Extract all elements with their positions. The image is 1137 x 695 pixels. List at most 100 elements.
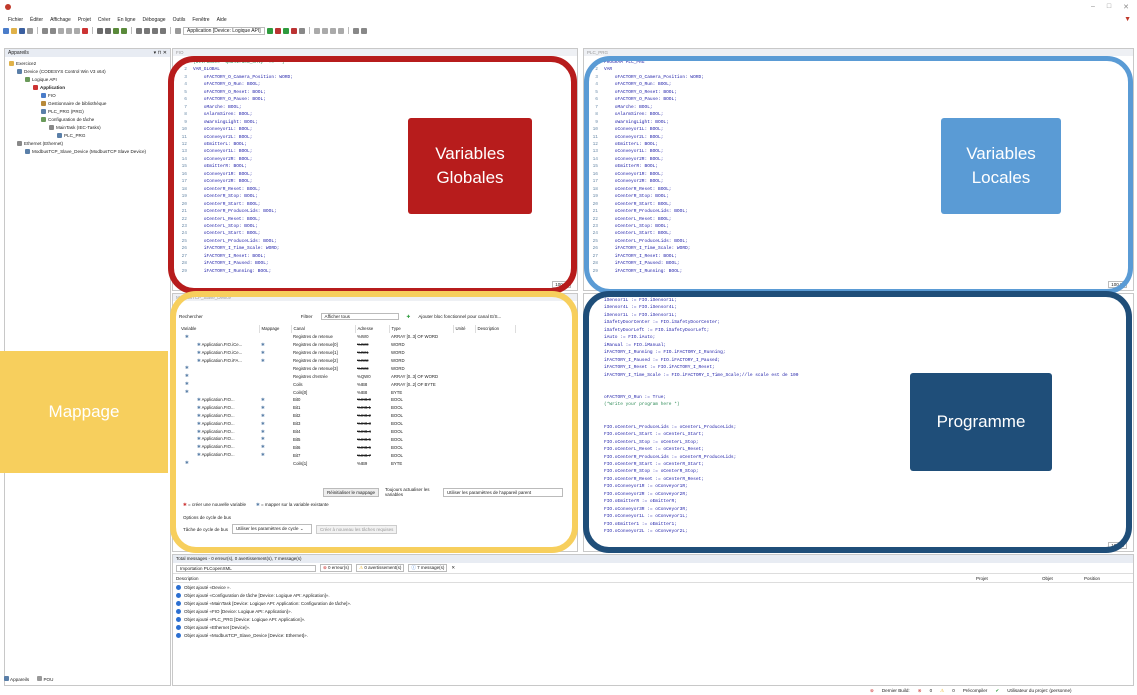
info-icon <box>176 616 181 622</box>
tab-pou[interactable]: POU <box>37 676 53 682</box>
tree-item[interactable]: Ethernet (Ethernet) <box>5 139 170 147</box>
last-build-label: Dernier Build: <box>881 688 910 693</box>
locals-label: Variables Locales <box>941 118 1061 214</box>
device-tree: Exercice2 Device (CODESYS Control Win V3 … <box>5 57 170 155</box>
globals-label: Variables Globales <box>408 118 532 214</box>
force-values-icon[interactable] <box>360 27 367 34</box>
clear-messages-icon[interactable]: ✕ <box>451 565 455 571</box>
tree-item-label: MainTask (IEC-Tasks) <box>56 124 101 130</box>
replace-icon[interactable] <box>105 27 111 34</box>
message-row[interactable]: Objet ajouté «Device ». <box>173 583 1133 591</box>
toolbar: Application [Device: Logique API] <box>3 25 1137 36</box>
redo-icon[interactable] <box>50 27 56 34</box>
error-icon: ⊗ <box>323 565 327 570</box>
warnings-toggle[interactable]: ⚠ 0 avertissement(s) <box>356 564 405 572</box>
minimize-icon[interactable]: – <box>1091 3 1095 11</box>
active-application-combo[interactable]: Application [Device: Logique API] <box>183 26 265 35</box>
message-text: Objet ajouté «Device ». <box>184 584 231 590</box>
breakpoint-icon[interactable] <box>337 27 344 34</box>
tree-item[interactable]: PLC_PRG <box>5 131 170 139</box>
infos-toggle[interactable]: ⓘ 7 message(s) <box>408 564 448 572</box>
new-icon[interactable] <box>3 27 9 34</box>
generate-icon[interactable] <box>160 27 166 34</box>
info-icon <box>176 592 181 598</box>
plc-prg-tab[interactable]: PLC_PRG <box>584 49 1133 56</box>
tree-item-label: FIO <box>48 92 56 98</box>
program-label: Programme <box>910 373 1052 471</box>
tree-item[interactable]: Gestionnaire de bibliothèque <box>5 99 170 107</box>
tree-item[interactable]: FIO <box>5 91 170 99</box>
rebuild-icon[interactable] <box>144 27 150 34</box>
print-icon[interactable] <box>27 27 33 34</box>
errors-toggle[interactable]: ⊗ 0 erreur(s) <box>320 564 353 572</box>
message-row[interactable]: Objet ajouté «Ethernet [Device]». <box>173 623 1133 631</box>
info-icon <box>176 608 181 614</box>
open-icon[interactable] <box>11 27 17 34</box>
save-icon[interactable] <box>19 27 25 34</box>
col-msg-object[interactable]: Objet <box>1042 576 1084 581</box>
tree-item[interactable]: Device (CODESYS Control Win V3 x64) <box>5 67 170 75</box>
step-over-icon[interactable] <box>313 27 320 34</box>
messages-filter-row: Importation PLCopenXML ⊗ 0 erreur(s) ⚠ 0… <box>173 563 1133 574</box>
copy-icon[interactable] <box>66 27 72 34</box>
device-icon[interactable] <box>175 27 181 34</box>
message-row[interactable]: Objet ajouté «ModbusTCP_Slave_Device [De… <box>173 632 1133 640</box>
clean-icon[interactable] <box>152 27 158 34</box>
message-text: Objet ajouté «ModbusTCP_Slave_Device [De… <box>184 633 308 639</box>
tree-item-label: PLC_PRG <box>64 132 86 138</box>
tree-node-icon <box>25 76 30 82</box>
tree-item-label: Exercice2 <box>16 60 37 66</box>
tree-item[interactable]: MainTask (IEC-Tasks) <box>5 123 170 131</box>
tree-item[interactable]: Logique API <box>5 75 170 83</box>
write-values-icon[interactable] <box>352 27 359 34</box>
build-icon[interactable] <box>136 27 142 34</box>
tree-item[interactable]: PLC_PRG (PRG) <box>5 107 170 115</box>
logout-icon[interactable] <box>274 27 281 34</box>
message-row[interactable]: Objet ajouté «Configuration de tâche [De… <box>173 591 1133 599</box>
tree-item[interactable]: Exercice2 <box>5 59 170 67</box>
stop-icon[interactable] <box>290 27 297 34</box>
close-icon[interactable]: ✕ <box>1123 3 1129 11</box>
precompile-label: Précompiler <box>962 688 988 693</box>
find-icon[interactable] <box>97 27 103 34</box>
maximize-icon[interactable]: □ <box>1107 3 1111 11</box>
tree-node-icon <box>41 100 46 106</box>
tree-item[interactable]: ModbusTCP_Slave_Device (ModbusTCP Slave … <box>5 147 170 155</box>
col-msg-project[interactable]: Projet <box>976 576 1042 581</box>
login-icon[interactable] <box>266 27 273 34</box>
tree-item-label: Device (CODESYS Control Win V3 x64) <box>24 68 106 74</box>
tree-node-icon <box>49 124 54 130</box>
cut-icon[interactable] <box>58 27 64 34</box>
warning-icon: ⚠ <box>359 565 364 570</box>
paste-icon[interactable] <box>74 27 80 34</box>
message-text: Objet ajouté «FIO [Device: Logique API: … <box>184 608 292 614</box>
col-msg-description[interactable]: Description <box>173 576 976 581</box>
info-icon <box>176 633 181 639</box>
undo-icon[interactable] <box>42 27 48 34</box>
devices-tab-icon <box>4 676 9 681</box>
tree-item-label: PLC_PRG (PRG) <box>48 108 84 114</box>
bookmark-icon[interactable] <box>113 27 119 34</box>
message-source-select[interactable]: Importation PLCopenXML <box>176 564 316 572</box>
tree-item[interactable]: Configuration de tâche <box>5 115 170 123</box>
message-row[interactable]: Objet ajouté «MainTask [Device: Logique … <box>173 599 1133 607</box>
run-icon[interactable] <box>282 27 289 34</box>
bookmark-next-icon[interactable] <box>121 27 127 34</box>
pane-pin-icon[interactable]: ▾ ⊓ ✕ <box>154 50 167 56</box>
filter-flag-icon[interactable]: ▼ <box>1124 16 1131 23</box>
mapping-label: Mappage <box>0 351 168 473</box>
message-row[interactable]: Objet ajouté «PLC_PRG [Device: Logique A… <box>173 615 1133 623</box>
delete-icon[interactable] <box>82 27 88 34</box>
info-icon: ⓘ <box>411 565 416 570</box>
tree-item-label: Logique API <box>32 76 57 82</box>
tab-appareils[interactable]: Appareils <box>4 676 29 682</box>
step-into-icon[interactable] <box>321 27 328 34</box>
step-out-icon[interactable] <box>329 27 336 34</box>
messages-list: Objet ajouté «Device ». Objet ajouté «Con… <box>173 583 1133 640</box>
reset-icon[interactable] <box>298 27 305 34</box>
gvl-tab[interactable]: FIO <box>173 49 577 56</box>
message-text: Objet ajouté «Configuration de tâche [De… <box>184 592 330 598</box>
message-row[interactable]: Objet ajouté «FIO [Device: Logique API: … <box>173 607 1133 615</box>
tree-item[interactable]: Application <box>5 83 170 91</box>
col-msg-position[interactable]: Position <box>1084 576 1100 581</box>
